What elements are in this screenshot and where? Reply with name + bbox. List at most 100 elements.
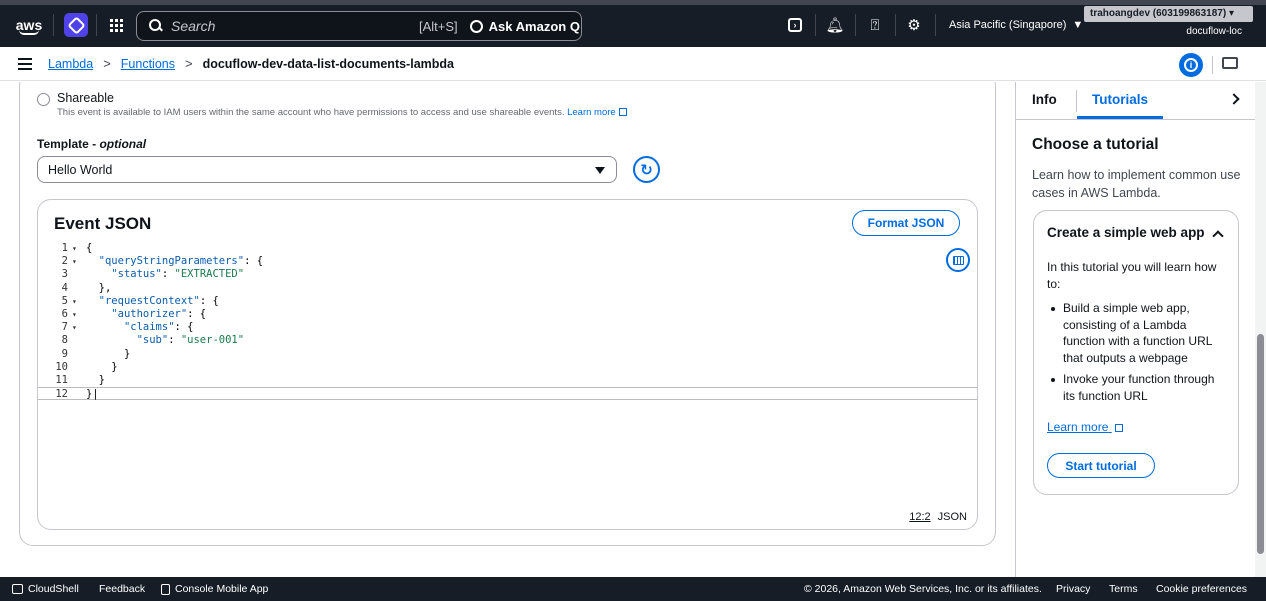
aws-smile-icon [19,30,39,35]
code-line: 10 } [55,360,118,373]
amazon-q-icon[interactable] [64,13,88,37]
tutorial-learn-more-link[interactable]: Learn more [1047,420,1123,434]
tutorial-learn-more-label: Learn more [1047,420,1109,434]
terminal-icon: › [788,18,802,32]
notifications-bell-icon[interactable]: 🔔︎ [822,13,848,37]
divider [96,14,97,36]
code-line: 3 "status": "EXTRACTED" [61,268,245,281]
code-line: 7 ▾ "claims": { [61,321,194,334]
info-icon: i [1184,58,1198,72]
code-line: 1 ▾{ [61,242,93,254]
language-mode: JSON [937,511,967,523]
search-input[interactable] [171,18,411,34]
tab-info[interactable]: Info [1032,92,1057,107]
divider [53,14,54,36]
shareable-label: Shareable [57,91,114,105]
tutorial-card: Create a simple web app In this tutorial… [1033,210,1239,495]
code-line-active: 12}| [38,387,977,401]
amazon-q-small-icon [469,19,483,33]
tab-tutorials[interactable]: Tutorials [1092,92,1148,107]
start-tutorial-button[interactable]: Start tutorial [1047,453,1155,478]
shareable-desc-text: This event is available to IAM users wit… [57,107,565,118]
shareable-description: This event is available to IAM users wit… [57,107,627,118]
active-tab-indicator [1077,116,1163,119]
footer-mobile-app-label: Console Mobile App [175,583,269,595]
code-line: 5 ▾ "requestContext": { [61,294,219,307]
shareable-option[interactable]: Shareable [37,91,114,106]
learn-more-label: Learn more [567,107,616,118]
top-navigation-bar: aws [Alt+S] Ask Amazon Q › 🔔︎ ⍰ ⚙ Asia P… [0,0,1266,47]
divider [855,14,856,36]
hamburger-menu-icon[interactable] [18,58,32,70]
cloudshell-button[interactable]: › [782,13,808,37]
ask-amazon-q-button[interactable]: Ask Amazon Q [469,18,580,34]
list-item: Invoke your function through its functio… [1047,371,1227,404]
breadcrumb-functions[interactable]: Functions [121,57,175,71]
cursor-position[interactable]: 12:2 [909,511,930,523]
code-line: 8 "sub": "user-001" [61,334,245,347]
help-icon[interactable]: ⍰ [862,13,888,37]
tutorial-title[interactable]: Create a simple web app [1047,225,1205,240]
panel-heading: Choose a tutorial [1032,136,1159,153]
search-icon [149,19,163,33]
footer-feedback[interactable]: Feedback [99,583,145,595]
search-shortcut: [Alt+S] [419,18,458,34]
code-editor[interactable]: 1 ▾{ 2 ▾ "queryStringParameters": { 3 "sta… [38,242,977,401]
aws-logo[interactable]: aws [12,9,46,43]
chevron-right-icon: > [103,56,111,71]
info-panel-button[interactable]: i [1179,53,1203,77]
footer-copyright: © 2026, Amazon Web Services, Inc. or its… [804,583,1042,595]
account-sub-label: docuflow-loc [1186,26,1242,37]
footer-terms[interactable]: Terms [1109,583,1138,595]
template-label: Template - optional [37,137,146,151]
settings-gear-icon[interactable]: ⚙ [901,13,927,37]
region-selector[interactable]: Asia Pacific (Singapore) ▼ [949,19,1083,31]
code-line: 6 ▾ "authorizer": { [61,307,207,320]
chevron-up-icon[interactable] [1212,230,1224,242]
footer-cookie-preferences[interactable]: Cookie preferences [1156,583,1247,595]
footer: CloudShell Feedback Console Mobile App ©… [0,577,1266,601]
list-item: Build a simple web app, consisting of a … [1047,300,1227,366]
refresh-icon[interactable]: ↻ [633,156,660,183]
help-panel: Info Tutorials Choose a tutorial Learn h… [1015,82,1256,577]
editor-status-bar: 12:2 JSON [909,511,967,523]
template-optional-text: optional [99,137,147,151]
event-json-editor: Event JSON Format JSON 1 ▾{ 2 ▾ "queryStri… [37,199,978,530]
code-line: 9 } [61,347,131,360]
tutorial-bullets: Build a simple web app, consisting of a … [1047,300,1227,409]
footer-mobile-app[interactable]: Console Mobile App [161,583,268,595]
chevron-right-icon: > [184,56,193,71]
chevron-right-icon[interactable] [1228,93,1240,105]
template-select[interactable]: Hello World [37,156,617,183]
shareable-radio[interactable] [37,93,50,106]
footer-cloudshell[interactable]: CloudShell [12,583,79,595]
code-line: 2 ▾ "queryStringParameters": { [61,255,264,268]
search-box[interactable]: [Alt+S] Ask Amazon Q [136,11,582,41]
divider [815,14,816,36]
ask-amazon-q-label: Ask Amazon Q [488,18,580,34]
account-menu[interactable]: trahoangdev (603199863187) ▾ [1084,6,1253,22]
footer-privacy[interactable]: Privacy [1056,583,1090,595]
footer-cloudshell-label: CloudShell [28,583,79,595]
divider [895,14,896,36]
main-content: Shareable This event is available to IAM… [0,82,1015,577]
feedback-panel-icon[interactable] [1222,57,1238,69]
format-json-button[interactable]: Format JSON [852,210,960,236]
external-link-icon [618,108,627,116]
scrollbar-thumb[interactable] [1257,334,1264,554]
divider [935,14,936,36]
terminal-icon [12,584,23,594]
services-menu-icon[interactable] [104,13,128,37]
tutorial-intro: In this tutorial you will learn how to: [1047,260,1217,291]
caret-down-icon: ▼ [1072,19,1084,31]
mobile-phone-icon [161,583,170,595]
breadcrumb-current: docuflow-dev-data-list-documents-lambda [202,56,454,71]
breadcrumb-lambda[interactable]: Lambda [48,57,93,71]
scrollbar[interactable] [1255,82,1266,577]
breadcrumb-bar: Lambda > Functions > docuflow-dev-data-l… [0,47,1266,81]
editor-title: Event JSON [54,214,152,233]
caret-down-icon [595,167,605,174]
account-label: trahoangdev (603199863187) [1090,8,1227,19]
learn-more-link[interactable]: Learn more [567,107,627,118]
external-link-icon [1114,424,1123,432]
